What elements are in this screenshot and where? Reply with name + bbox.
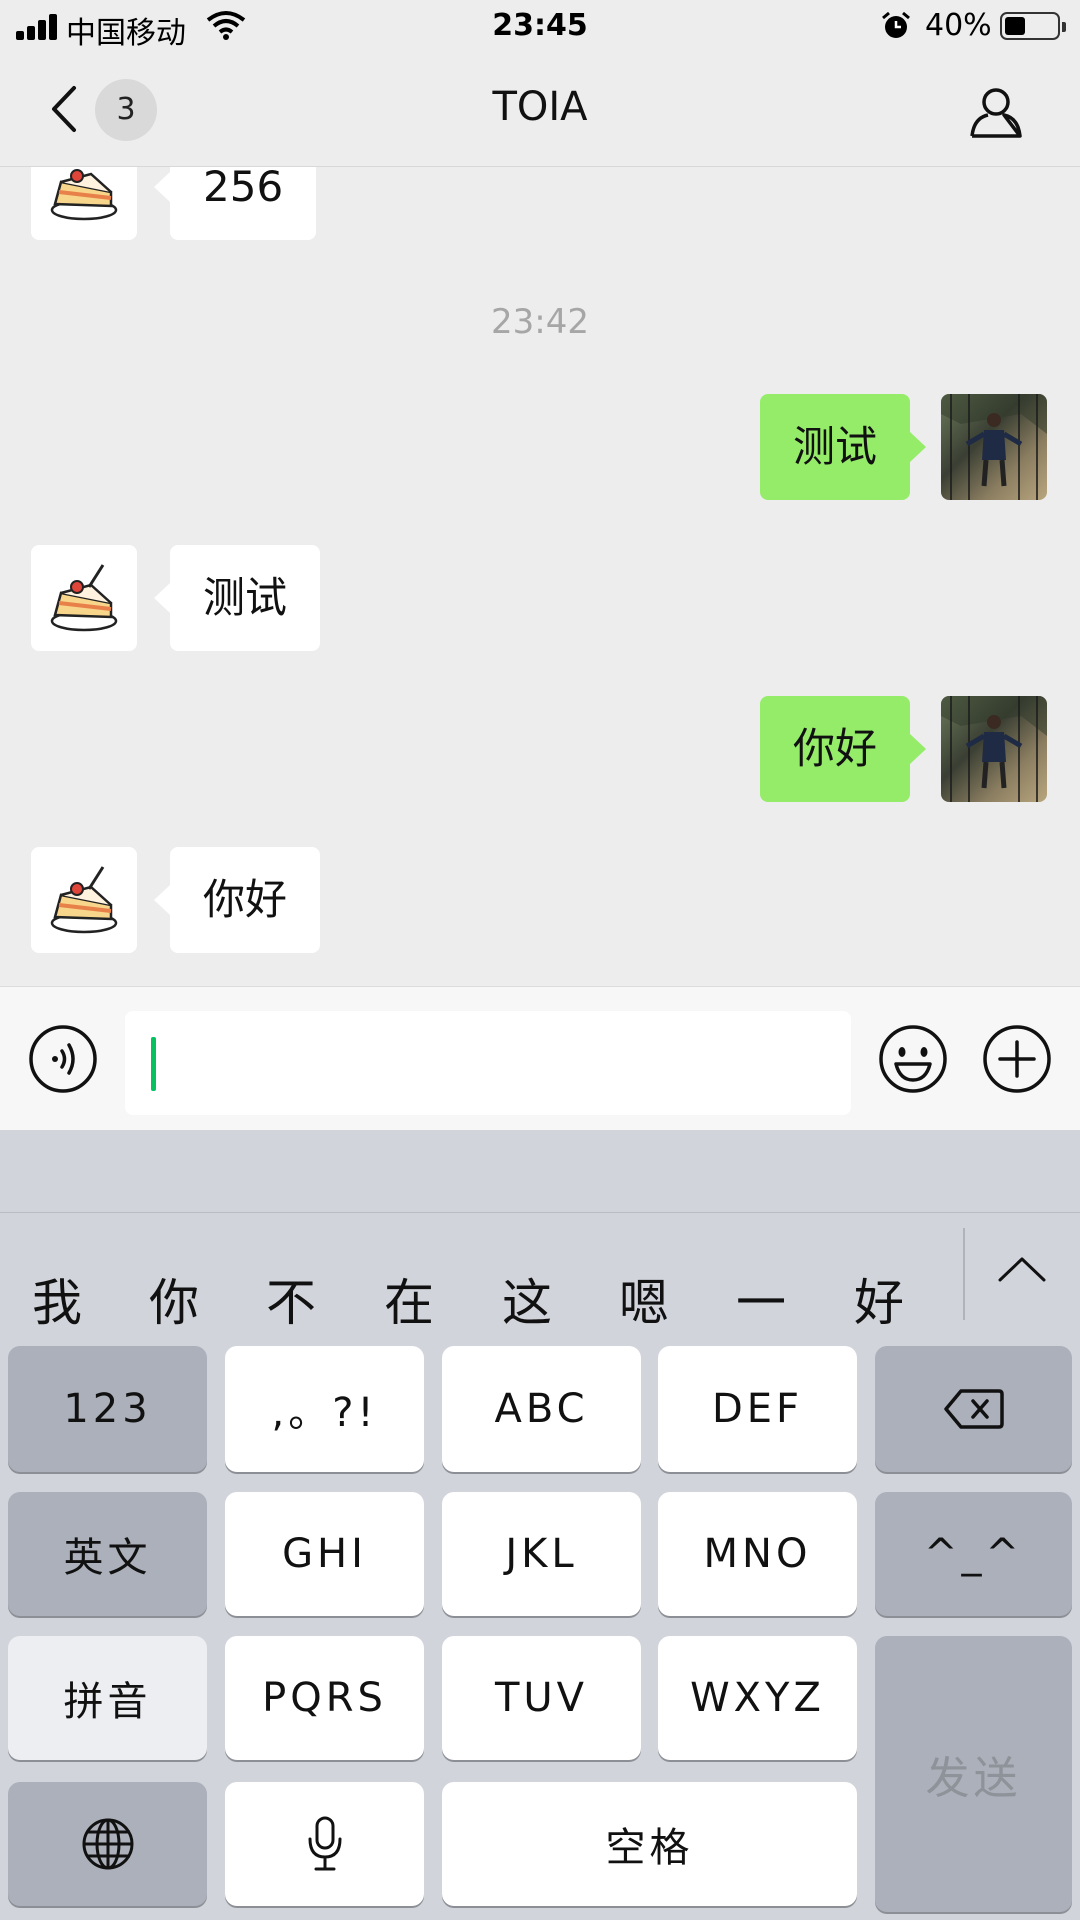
cake-icon bbox=[50, 564, 118, 632]
incoming-message-bubble[interactable]: 你好 bbox=[153, 847, 321, 953]
globe-icon bbox=[82, 1818, 133, 1870]
candidate-word[interactable]: 这 bbox=[487, 1263, 567, 1335]
key-pqrs[interactable]: PQRS bbox=[225, 1636, 424, 1760]
candidate-word[interactable]: 一 bbox=[721, 1263, 801, 1335]
person-photo-icon bbox=[941, 394, 1047, 500]
contact-avatar[interactable] bbox=[31, 545, 137, 651]
battery-fill bbox=[1005, 17, 1025, 35]
alarm-icon bbox=[882, 11, 910, 38]
keyboard: 我 你 不 在 这 嗯 一 好 123 ,。?! ABC DEF 英文 GHI … bbox=[0, 1130, 1080, 1920]
incoming-message-bubble[interactable]: 256 bbox=[153, 167, 317, 240]
status-bar: 中国移动 23:45 40% bbox=[0, 0, 1080, 54]
cake-icon bbox=[50, 866, 118, 934]
candidate-word[interactable]: 你 bbox=[134, 1263, 214, 1335]
self-avatar[interactable] bbox=[941, 394, 1047, 500]
key-english[interactable]: 英文 bbox=[8, 1492, 207, 1616]
candidate-divider bbox=[963, 1228, 965, 1320]
message-input[interactable] bbox=[125, 1011, 851, 1115]
status-time: 23:45 bbox=[492, 8, 588, 43]
key-emoticon[interactable]: ^_^ bbox=[875, 1492, 1072, 1616]
key-backspace[interactable] bbox=[875, 1346, 1072, 1472]
battery-icon bbox=[1000, 12, 1066, 40]
key-globe[interactable] bbox=[8, 1782, 207, 1906]
person-photo-icon bbox=[941, 696, 1047, 802]
candidate-word[interactable]: 我 bbox=[17, 1263, 97, 1335]
voice-input-icon[interactable] bbox=[28, 1024, 98, 1094]
incoming-message-bubble[interactable]: 测试 bbox=[153, 545, 321, 651]
key-def[interactable]: DEF bbox=[658, 1346, 857, 1472]
key-jkl[interactable]: JKL bbox=[442, 1492, 641, 1616]
time-separator: 23:42 bbox=[491, 302, 589, 342]
key-dictation[interactable] bbox=[225, 1782, 424, 1906]
chat-screen: 中国移动 23:45 40% 3 TOIA 256 23:42 测试 测试 你好… bbox=[0, 0, 1080, 1920]
profile-icon[interactable] bbox=[966, 82, 1026, 142]
key-mno[interactable]: MNO bbox=[658, 1492, 857, 1616]
backspace-icon bbox=[943, 1389, 1004, 1429]
candidate-word[interactable]: 嗯 bbox=[604, 1263, 684, 1335]
key-space[interactable]: 空格 bbox=[442, 1782, 857, 1906]
cake-icon bbox=[50, 169, 118, 221]
input-bar bbox=[0, 986, 1080, 1131]
key-send[interactable]: 发送 bbox=[875, 1636, 1072, 1912]
candidate-word[interactable]: 好 bbox=[839, 1263, 919, 1335]
key-wxyz[interactable]: WXYZ bbox=[658, 1636, 857, 1760]
contact-avatar[interactable] bbox=[31, 167, 137, 240]
battery-percentage: 40% bbox=[925, 8, 992, 43]
key-abc[interactable]: ABC bbox=[442, 1346, 641, 1472]
keyboard-toolbar bbox=[0, 1130, 1080, 1213]
chat-title: TOIA bbox=[492, 84, 588, 130]
more-plus-icon[interactable] bbox=[982, 1024, 1052, 1094]
message-list[interactable]: 256 23:42 测试 测试 你好 你好 bbox=[0, 167, 1080, 985]
contact-avatar[interactable] bbox=[31, 847, 137, 953]
outgoing-message-bubble[interactable]: 测试 bbox=[759, 394, 927, 500]
outgoing-message-bubble[interactable]: 你好 bbox=[759, 696, 927, 802]
chevron-up-icon[interactable] bbox=[996, 1254, 1048, 1284]
microphone-icon bbox=[308, 1816, 341, 1871]
key-pinyin[interactable]: 拼音 bbox=[8, 1636, 207, 1760]
self-avatar[interactable] bbox=[941, 696, 1047, 802]
candidate-word[interactable]: 在 bbox=[369, 1263, 449, 1335]
emoji-icon[interactable] bbox=[878, 1024, 948, 1094]
key-tuv[interactable]: TUV bbox=[442, 1636, 641, 1760]
key-ghi[interactable]: GHI bbox=[225, 1492, 424, 1616]
text-caret bbox=[151, 1037, 156, 1091]
candidate-word[interactable]: 不 bbox=[251, 1263, 331, 1335]
nav-bar: 3 TOIA bbox=[0, 54, 1080, 167]
key-numbers[interactable]: 123 bbox=[8, 1346, 207, 1472]
key-punctuation[interactable]: ,。?! bbox=[225, 1346, 424, 1472]
